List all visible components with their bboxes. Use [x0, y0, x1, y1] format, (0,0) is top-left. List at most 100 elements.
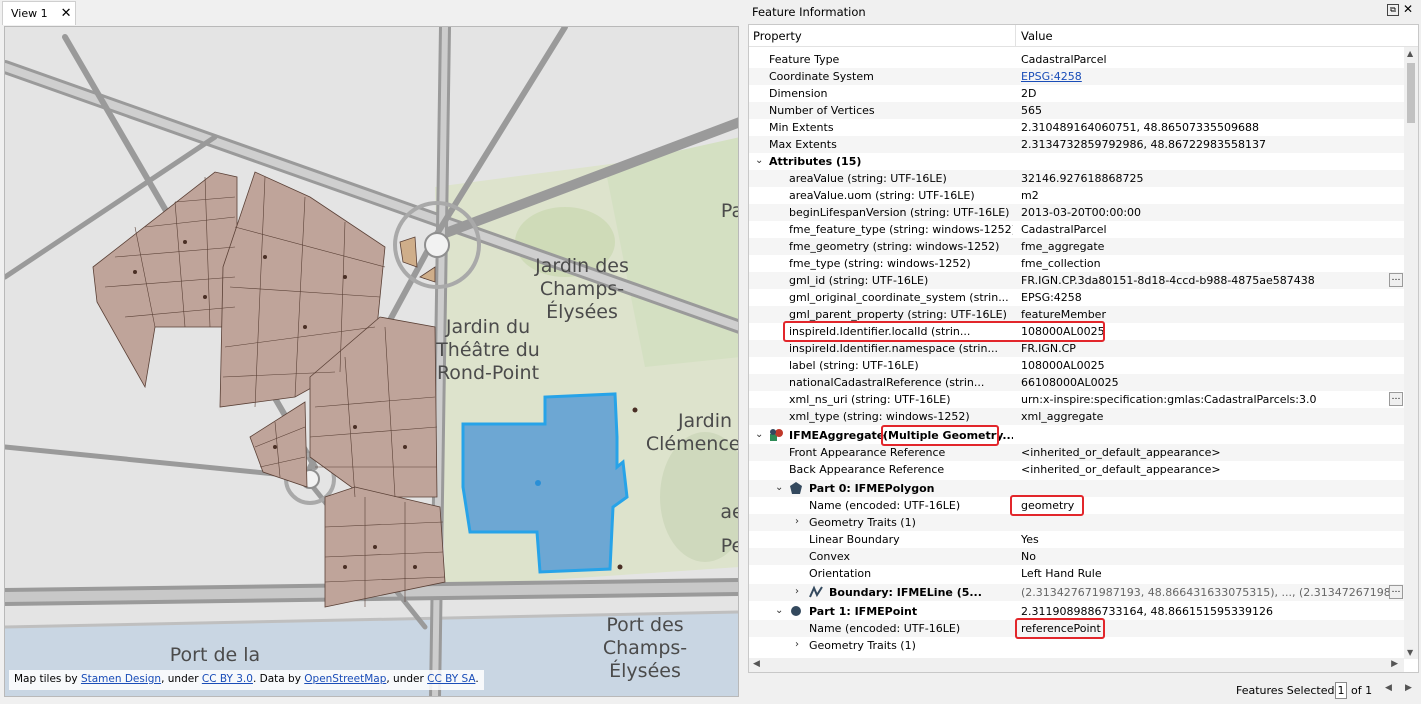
row-value: referencePoint — [1021, 622, 1101, 635]
tree-row[interactable]: Number of Vertices 565 — [749, 102, 1404, 119]
tree-row[interactable]: Orientation Left Hand Rule — [749, 565, 1404, 582]
tree-row[interactable]: ⌄ IFMEAggregate (Multiple Geometry... — [749, 427, 1404, 444]
link-cc-by[interactable]: CC BY 3.0 — [202, 673, 253, 685]
row-value: 32146.927618868725 — [1021, 172, 1144, 185]
tree-row[interactable]: fme_type (string: windows-1252) fme_colle… — [749, 255, 1404, 272]
row-property: inspireId.Identifier.localId (strin... — [789, 325, 971, 338]
tree-row[interactable]: fme_feature_type (string: windows-1252) C… — [749, 221, 1404, 238]
tree-row[interactable]: Front Appearance Reference <inherited_or_… — [749, 444, 1404, 461]
collapse-arrow-icon[interactable]: › — [795, 586, 799, 597]
tree-row[interactable]: ⌄ Part 1: IFMEPoint 2.3119089886733164, 48… — [749, 603, 1404, 620]
page-number-input[interactable]: 1 — [1335, 682, 1347, 699]
coordinate-system-link[interactable]: EPSG:4258 — [1021, 70, 1082, 83]
tree-row[interactable]: ⌄ Attributes (15) — [749, 153, 1404, 170]
tree-row[interactable]: Min Extents 2.310489164060751, 48.8650733… — [749, 119, 1404, 136]
view-tabbar: View 1 ✕ — [0, 0, 746, 26]
row-property: areaValue.uom (string: UTF-16LE) — [789, 189, 975, 202]
expand-arrow-icon[interactable]: ⌄ — [775, 605, 783, 616]
close-icon[interactable]: ✕ — [61, 7, 72, 20]
vertical-scrollbar[interactable]: ▲ ▼ — [1404, 47, 1418, 659]
tree-row[interactable]: fme_geometry (string: windows-1252) fme_a… — [749, 238, 1404, 255]
row-property: Part 1: IFMEPoint — [809, 605, 918, 618]
col-property[interactable]: Property — [753, 29, 802, 43]
row-property: Max Extents — [769, 138, 837, 151]
scroll-left-icon[interactable]: ◀ — [753, 659, 760, 669]
tree-row[interactable]: gml_original_coordinate_system (strin...… — [749, 289, 1404, 306]
tree-row[interactable]: › Geometry Traits (1) — [749, 514, 1404, 531]
more-button[interactable]: … — [1389, 273, 1403, 287]
row-property: Attributes (15) — [769, 155, 862, 168]
feature-information-panel: Feature Information ⧉ ✕ Property Value F… — [747, 0, 1421, 704]
row-property: gml_original_coordinate_system (strin... — [789, 291, 1009, 304]
tree-row[interactable]: Coordinate System EPSG:4258 — [749, 68, 1404, 85]
tree-row[interactable]: Linear Boundary Yes — [749, 531, 1404, 548]
tree-row[interactable]: Name (encoded: UTF-16LE) referencePoint — [749, 620, 1404, 637]
tree-row[interactable]: areaValue.uom (string: UTF-16LE) m2 — [749, 187, 1404, 204]
col-value[interactable]: Value — [1021, 29, 1053, 43]
scroll-down-icon[interactable]: ▼ — [1407, 648, 1413, 657]
svg-text:Jardin duThéâtre duRond-Point: Jardin du Théâtre du Rond-Point — [435, 316, 540, 384]
prev-page-icon[interactable]: ◀ — [1385, 683, 1392, 693]
next-page-icon[interactable]: ▶ — [1405, 683, 1412, 693]
row-value: CadastralParcel — [1021, 223, 1107, 236]
more-button[interactable]: … — [1389, 585, 1403, 599]
label-edge-pe: Pe — [721, 535, 739, 557]
tree-row[interactable]: Dimension 2D — [749, 85, 1404, 102]
label-jardin-champs-1: Jardin des — [534, 255, 629, 277]
tree-row[interactable]: areaValue (string: UTF-16LE) 32146.927618… — [749, 170, 1404, 187]
tree-row[interactable]: gml_id (string: UTF-16LE) FR.IGN.CP.3da80… — [749, 272, 1404, 289]
row-property: Linear Boundary — [809, 533, 900, 546]
panel-title: Feature Information — [752, 4, 866, 19]
tree-row[interactable]: Name (encoded: UTF-16LE) geometry — [749, 497, 1404, 514]
tree-row[interactable]: Convex No — [749, 548, 1404, 565]
expand-arrow-icon[interactable]: ⌄ — [755, 155, 763, 166]
tree-row[interactable]: Feature Type CadastralParcel — [749, 51, 1404, 68]
row-value: <inherited_or_default_appearance> — [1021, 446, 1221, 459]
scroll-up-icon[interactable]: ▲ — [1407, 49, 1413, 58]
row-value[interactable]: EPSG:4258 — [1021, 70, 1391, 83]
map-canvas[interactable]: Jardin des Champs-Élysées Jardin du Théâtr… — [5, 27, 739, 697]
row-value: 2.310489164060751, 48.86507335509688 — [1021, 121, 1259, 134]
row-value: m2 — [1021, 189, 1039, 202]
tree-row[interactable]: beginLifespanVersion (string: UTF-16LE) 2… — [749, 204, 1404, 221]
tree-row[interactable]: xml_ns_uri (string: UTF-16LE) urn:x-inspi… — [749, 391, 1404, 408]
row-property: Number of Vertices — [769, 104, 875, 117]
tree-row[interactable]: inspireId.Identifier.namespace (strin...… — [749, 340, 1404, 357]
float-icon[interactable]: ⧉ — [1387, 4, 1399, 16]
svg-text:Jardin desChamps-Élysées: Jardin des Champs-Élysées — [534, 255, 629, 323]
row-property: beginLifespanVersion (string: UTF-16LE) — [789, 206, 1010, 219]
expand-arrow-icon[interactable]: ⌄ — [755, 429, 763, 440]
tree-row[interactable]: › Geometry Traits (1) — [749, 637, 1404, 654]
tree-row[interactable]: Max Extents 2.3134732859792986, 48.867229… — [749, 136, 1404, 153]
row-value: (2.313427671987193, 48.866431633075315),… — [1021, 586, 1391, 599]
tree-row[interactable]: gml_parent_property (string: UTF-16LE) fe… — [749, 306, 1404, 323]
tree-row[interactable]: Back Appearance Reference <inherited_or_d… — [749, 461, 1404, 478]
tree-row[interactable]: inspireId.Identifier.localId (strin... 10… — [749, 323, 1404, 340]
row-property: Convex — [809, 550, 850, 563]
expand-arrow-icon[interactable]: ⌄ — [775, 482, 783, 493]
tree-row[interactable]: ⌄ Part 0: IFMEPolygon — [749, 480, 1404, 497]
horizontal-scrollbar[interactable]: ◀ ▶ — [749, 658, 1404, 672]
tree-row[interactable]: xml_type (string: windows-1252) xml_aggre… — [749, 408, 1404, 425]
collapse-arrow-icon[interactable]: › — [795, 639, 799, 650]
tab-view-1[interactable]: View 1 ✕ — [2, 1, 76, 25]
tree-row[interactable]: label (string: UTF-16LE) 108000AL0025 — [749, 357, 1404, 374]
label-jardin-clemenceau: Jardin — [677, 410, 732, 432]
row-value: EPSG:4258 — [1021, 291, 1082, 304]
scroll-right-icon[interactable]: ▶ — [1391, 659, 1398, 669]
row-value: 565 — [1021, 104, 1042, 117]
link-osm[interactable]: OpenStreetMap — [304, 673, 386, 685]
tree-row[interactable]: › Boundary: IFMELine (5... (2.313427671987… — [749, 584, 1404, 601]
close-icon[interactable]: ✕ — [1403, 2, 1413, 16]
link-cc-by-sa[interactable]: CC BY SA — [427, 673, 475, 685]
row-property: Orientation — [809, 567, 872, 580]
feature-tree[interactable]: Property Value Feature Type CadastralParc… — [748, 24, 1419, 673]
collapse-arrow-icon[interactable]: › — [795, 516, 799, 527]
map-view[interactable]: Jardin des Champs-Élysées Jardin du Théâtr… — [4, 26, 739, 697]
row-property: label (string: UTF-16LE) — [789, 359, 919, 372]
more-button[interactable]: … — [1389, 392, 1403, 406]
link-stamen[interactable]: Stamen Design — [81, 673, 161, 685]
row-value: 108000AL0025 — [1021, 325, 1105, 338]
row-value: Left Hand Rule — [1021, 567, 1102, 580]
tree-row[interactable]: nationalCadastralReference (strin... 6610… — [749, 374, 1404, 391]
